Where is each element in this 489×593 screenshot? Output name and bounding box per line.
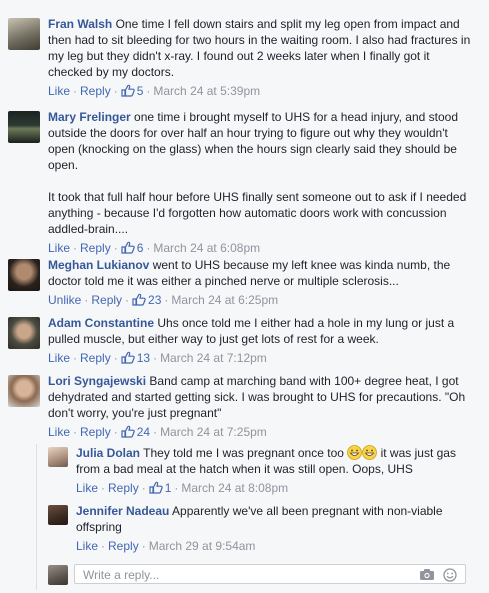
thumbs-up-icon <box>121 425 135 438</box>
like-count[interactable]: 13 <box>121 351 150 365</box>
reply-thread-line <box>36 444 37 590</box>
reply-link[interactable]: Reply <box>80 84 111 98</box>
reply-author[interactable]: Julia Dolan <box>76 446 140 460</box>
separator: · <box>141 539 146 553</box>
reply-text: Julia Dolan They told me I was pregnant … <box>76 445 477 477</box>
thumbs-up-icon <box>121 241 135 254</box>
timestamp[interactable]: March 24 at 8:08pm <box>181 481 288 495</box>
comment-author[interactable]: Meghan Lukianov <box>48 258 149 272</box>
separator: · <box>73 351 78 365</box>
like-count[interactable]: 23 <box>132 293 161 307</box>
like-link[interactable]: Like <box>48 241 70 255</box>
comment-text: Mary Frelinger one time i brought myself… <box>48 109 477 237</box>
separator: · <box>113 351 118 365</box>
grinning-emoji-icon <box>362 445 378 460</box>
comment-message: One time I fell down stairs and split my… <box>48 17 471 79</box>
avatar[interactable] <box>8 259 40 291</box>
separator: · <box>153 425 158 439</box>
avatar[interactable] <box>8 111 40 143</box>
separator: · <box>73 84 78 98</box>
reply-link[interactable]: Reply <box>91 293 122 307</box>
thumbs-up-icon <box>132 293 146 306</box>
comment-actions: Unlike · Reply · 23 · March 24 at 6:25pm <box>48 292 477 308</box>
reply-link[interactable]: Reply <box>108 481 139 495</box>
like-count[interactable]: 1 <box>149 481 171 495</box>
separator: · <box>113 84 118 98</box>
separator: · <box>73 425 78 439</box>
separator: · <box>73 241 78 255</box>
comment-author[interactable]: Lori Syngajewski <box>48 374 146 388</box>
comment-text: Meghan Lukianov went to UHS because my l… <box>48 257 477 289</box>
separator: · <box>174 481 179 495</box>
reply-link[interactable]: Reply <box>80 351 111 365</box>
comment-actions: Like · Reply · 24 · March 24 at 7:25pm <box>48 424 477 440</box>
avatar[interactable] <box>48 505 68 525</box>
like-count[interactable]: 6 <box>121 241 143 255</box>
separator: · <box>101 539 106 553</box>
comment-text: Lori Syngajewski Band camp at marching b… <box>48 373 477 421</box>
thumbs-up-icon <box>121 351 135 364</box>
separator: · <box>164 293 169 307</box>
timestamp[interactable]: March 24 at 6:25pm <box>171 293 278 307</box>
comment-text: Fran Walsh One time I fell down stairs a… <box>48 16 477 80</box>
reply-text: Jennifer Nadeau Apparently we've all bee… <box>76 503 477 535</box>
like-link[interactable]: Like <box>76 481 98 495</box>
comment-paragraph: It took that full half hour before UHS f… <box>48 190 467 236</box>
grinning-emoji-icon <box>347 445 363 460</box>
thumbs-up-icon <box>149 481 163 494</box>
timestamp[interactable]: March 24 at 7:12pm <box>160 351 267 365</box>
comment-actions: Like · Reply · 13 · March 24 at 7:12pm <box>48 350 477 366</box>
comment-actions: Like · Reply · 5 · March 24 at 5:39pm <box>48 83 477 99</box>
separator: · <box>146 84 151 98</box>
separator: · <box>101 481 106 495</box>
separator: · <box>113 241 118 255</box>
avatar[interactable] <box>8 317 40 349</box>
reply-link[interactable]: Reply <box>108 539 139 553</box>
comment-author[interactable]: Mary Frelinger <box>48 110 131 124</box>
reply-input[interactable]: Write a reply... <box>74 564 466 584</box>
separator: · <box>113 425 118 439</box>
reply-composer: Write a reply... <box>48 562 466 588</box>
reply-actions: Like · Reply · 1 · March 24 at 8:08pm <box>76 480 477 496</box>
like-link[interactable]: Like <box>48 84 70 98</box>
comment-text: Adam Constantine Uhs once told me I eith… <box>48 315 477 347</box>
timestamp[interactable]: March 24 at 5:39pm <box>153 84 260 98</box>
like-count[interactable]: 24 <box>121 425 150 439</box>
reply-link[interactable]: Reply <box>80 241 111 255</box>
like-link[interactable]: Like <box>48 425 70 439</box>
like-link[interactable]: Like <box>48 351 70 365</box>
reply-author[interactable]: Jennifer Nadeau <box>76 504 169 518</box>
like-count-value: 13 <box>136 351 151 365</box>
comment-author[interactable]: Fran Walsh <box>48 17 112 31</box>
separator: · <box>146 241 151 255</box>
like-count-value: 24 <box>136 425 151 439</box>
comment-paragraph: Mary Frelinger one time i brought myself… <box>48 109 477 173</box>
reply-link[interactable]: Reply <box>80 425 111 439</box>
separator: · <box>141 481 146 495</box>
current-user-avatar <box>48 565 68 585</box>
timestamp[interactable]: March 24 at 7:25pm <box>160 425 267 439</box>
emoji-icon[interactable] <box>443 568 457 582</box>
separator: · <box>84 293 89 307</box>
reply-message-part: They told me I was pregnant once too <box>143 446 348 460</box>
separator: · <box>125 293 130 307</box>
unlike-link[interactable]: Unlike <box>48 293 81 307</box>
timestamp[interactable]: March 29 at 9:54am <box>149 539 256 553</box>
camera-icon[interactable] <box>419 568 435 581</box>
reply-actions: Like · Reply · March 29 at 9:54am <box>76 538 477 554</box>
timestamp[interactable]: March 24 at 6:08pm <box>153 241 260 255</box>
separator: · <box>153 351 158 365</box>
reply-input-placeholder: Write a reply... <box>83 568 160 582</box>
like-count[interactable]: 5 <box>121 84 143 98</box>
thumbs-up-icon <box>121 84 135 97</box>
comment-author[interactable]: Adam Constantine <box>48 316 154 330</box>
avatar[interactable] <box>8 18 40 50</box>
avatar[interactable] <box>8 375 40 407</box>
like-count-value: 23 <box>148 293 162 307</box>
comment-actions: Like · Reply · 6 · March 24 at 6:08pm <box>48 240 477 256</box>
like-link[interactable]: Like <box>76 539 98 553</box>
avatar[interactable] <box>48 447 68 467</box>
